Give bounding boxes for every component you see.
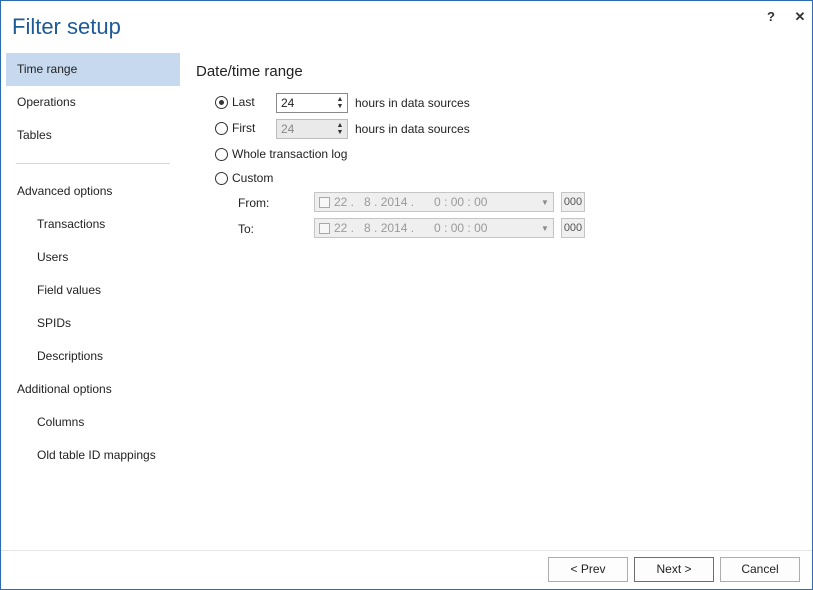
sidebar-item-transactions[interactable]: Transactions: [6, 208, 180, 241]
to-datetime-picker: 22 . 8 . 2014 . 0 : 00 : 00 ▼: [314, 218, 554, 238]
help-button[interactable]: ?: [763, 9, 779, 25]
last-hours-value[interactable]: 24: [277, 96, 333, 110]
sidebar-item-field-values[interactable]: Field values: [6, 274, 180, 307]
section-title: Date/time range: [196, 63, 303, 80]
whole-log-label: Whole transaction log: [232, 147, 348, 161]
from-enable-checkbox: [319, 196, 330, 208]
to-milliseconds: 000: [561, 218, 585, 238]
first-radio[interactable]: [215, 121, 228, 135]
sidebar-item-additional-options[interactable]: Additional options: [6, 373, 180, 406]
last-suffix: hours in data sources: [355, 96, 470, 110]
from-label: From:: [238, 196, 270, 210]
spinner-arrows-icon[interactable]: ▲ ▼: [333, 94, 347, 112]
sidebar-item-operations[interactable]: Operations: [6, 86, 180, 119]
custom-radio[interactable]: [215, 171, 228, 185]
sidebar-item-time-range[interactable]: Time range: [6, 53, 180, 86]
sidebar-item-spids[interactable]: SPIDs: [6, 307, 180, 340]
first-hours-spinner: 24 ▲ ▼: [276, 119, 348, 139]
close-button[interactable]: ✕: [792, 9, 808, 25]
cancel-button[interactable]: Cancel: [720, 557, 800, 582]
custom-radio-option[interactable]: Custom: [215, 171, 273, 185]
custom-label: Custom: [232, 171, 274, 185]
sidebar-item-descriptions[interactable]: Descriptions: [6, 340, 180, 373]
from-datetime-picker: 22 . 8 . 2014 . 0 : 00 : 00 ▼: [314, 192, 554, 212]
whole-log-radio-option[interactable]: Whole transaction log: [215, 147, 347, 161]
whole-log-radio[interactable]: [215, 147, 228, 161]
spinner-arrows-icon: ▲ ▼: [336, 122, 344, 136]
sidebar-nav: Time range Operations Tables Advanced op…: [6, 53, 180, 472]
sidebar-item-columns[interactable]: Columns: [6, 406, 180, 439]
sidebar-divider: [16, 163, 170, 164]
sidebar-item-tables[interactable]: Tables: [6, 119, 180, 152]
from-datetime-value: 22 . 8 . 2014 . 0 : 00 : 00: [334, 195, 488, 209]
chevron-down-icon: ▼: [541, 197, 549, 207]
chevron-down-icon: ▼: [541, 223, 549, 233]
to-datetime-value: 22 . 8 . 2014 . 0 : 00 : 00: [334, 221, 488, 235]
prev-button[interactable]: < Prev: [548, 557, 628, 582]
next-button[interactable]: Next >: [634, 557, 714, 582]
first-hours-value: 24: [281, 122, 295, 136]
to-enable-checkbox: [319, 222, 330, 234]
first-suffix: hours in data sources: [355, 122, 470, 136]
sidebar-item-users[interactable]: Users: [6, 241, 180, 274]
first-radio-option[interactable]: First: [215, 121, 255, 135]
last-radio-option[interactable]: Last: [215, 95, 255, 109]
last-label: Last: [232, 95, 255, 109]
sidebar-item-advanced-options[interactable]: Advanced options: [6, 175, 180, 208]
dialog-title: Filter setup: [12, 14, 121, 39]
last-hours-spinner[interactable]: 24 ▲ ▼: [276, 93, 348, 113]
footer-divider: [1, 550, 812, 551]
from-milliseconds: 000: [561, 192, 585, 212]
first-label: First: [232, 121, 256, 135]
filter-setup-dialog: Filter setup ? ✕ Time range Operations T…: [0, 0, 813, 590]
to-label: To:: [238, 222, 255, 236]
last-radio[interactable]: [215, 95, 228, 109]
sidebar-item-old-table-id-mappings[interactable]: Old table ID mappings: [6, 439, 180, 472]
